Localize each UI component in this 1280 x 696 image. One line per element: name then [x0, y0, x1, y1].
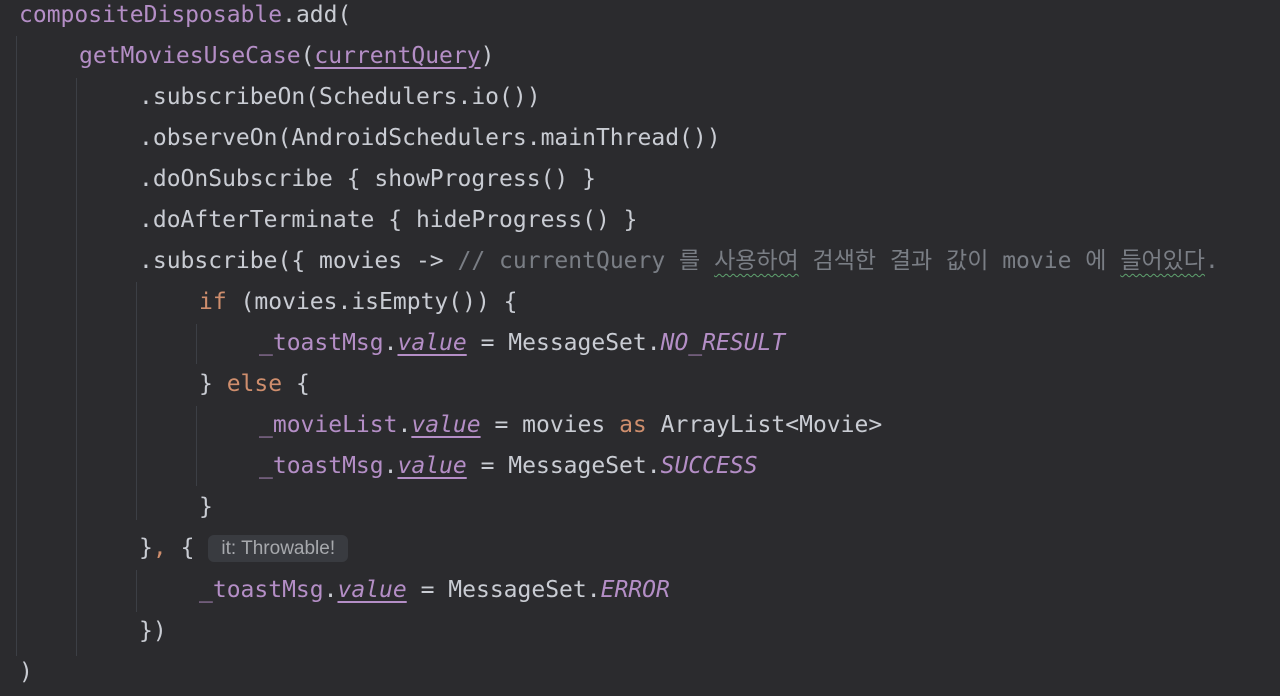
code-token: NO_RESULT	[660, 330, 786, 356]
code-token: _movieList	[259, 412, 398, 438]
code-token: currentQuery	[314, 43, 481, 69]
code-token: .	[383, 330, 398, 356]
code-token: })	[139, 618, 167, 644]
code-token: .doOnSubscribe { showProgress() }	[139, 166, 596, 192]
code-comment: 사용하여	[714, 248, 799, 274]
code-line-12[interactable]: _toastMsg.value = MessageSet.SUCCESS	[0, 446, 758, 487]
code-token: {	[166, 535, 195, 561]
code-token: = MessageSet.	[466, 453, 661, 479]
code-line-11[interactable]: _movieList.value = movies as ArrayList<M…	[0, 405, 882, 446]
code-token: .add(	[282, 2, 352, 28]
code-token: _toastMsg	[199, 577, 324, 603]
code-token: }	[199, 371, 227, 397]
code-keyword: as	[619, 412, 647, 438]
code-token: ArrayList<Movie>	[646, 412, 883, 438]
code-comment: 들어있다	[1120, 248, 1205, 274]
code-token: _toastMsg	[259, 330, 384, 356]
code-token: ,	[152, 535, 167, 561]
code-comment: 검색한 결과 값이 movie 에	[798, 248, 1121, 274]
code-token: )	[480, 43, 495, 69]
code-token: (	[300, 43, 315, 69]
code-line-8[interactable]: if (movies.isEmpty()) {	[0, 282, 518, 323]
code-token: value	[337, 577, 407, 603]
code-token: = MessageSet.	[466, 330, 661, 356]
code-token: .	[383, 453, 398, 479]
parameter-type-hint: it: Throwable!	[208, 535, 349, 562]
code-line-14[interactable]: }, { it: Throwable!	[0, 528, 349, 569]
code-token: value	[397, 330, 467, 356]
code-token: .subscribeOn(Schedulers.io())	[139, 84, 541, 110]
code-token: compositeDisposable	[19, 2, 283, 28]
code-token: = MessageSet.	[406, 577, 601, 603]
code-token: .doAfterTerminate { hideProgress() }	[139, 207, 638, 233]
code-editor[interactable]: compositeDisposable.add( getMoviesUseCas…	[0, 0, 1280, 696]
code-comment: .	[1204, 248, 1219, 274]
code-token: value	[397, 453, 467, 479]
code-token: }	[199, 494, 213, 520]
code-token: SUCCESS	[660, 453, 758, 479]
code-token: (movies.isEmpty()) {	[226, 289, 518, 315]
code-line-1[interactable]: compositeDisposable.add(	[0, 0, 351, 36]
code-line-3[interactable]: .subscribeOn(Schedulers.io())	[0, 77, 541, 118]
code-keyword: else	[226, 371, 283, 397]
code-line-7[interactable]: .subscribe({ movies -> // currentQuery 를…	[0, 241, 1219, 282]
code-keyword: if	[199, 289, 227, 315]
code-token: .	[323, 577, 338, 603]
code-token: )	[19, 659, 33, 685]
code-token: = movies	[480, 412, 620, 438]
code-token: .observeOn(AndroidSchedulers.mainThread(…	[139, 125, 721, 151]
code-token: _toastMsg	[259, 453, 384, 479]
code-token: getMoviesUseCase	[79, 43, 301, 69]
code-line-9[interactable]: _toastMsg.value = MessageSet.NO_RESULT	[0, 323, 785, 364]
code-line-2[interactable]: getMoviesUseCase(currentQuery)	[0, 36, 494, 77]
code-token: ERROR	[600, 577, 670, 603]
code-line-15[interactable]: _toastMsg.value = MessageSet.ERROR	[0, 570, 670, 611]
code-token: .	[397, 412, 412, 438]
code-line-16[interactable]: })	[0, 611, 167, 652]
code-token: value	[411, 412, 481, 438]
code-comment: // currentQuery 를	[457, 248, 715, 274]
code-token: .subscribe({ movies ->	[139, 248, 458, 274]
code-line-4[interactable]: .observeOn(AndroidSchedulers.mainThread(…	[0, 118, 721, 159]
code-line-13[interactable]: }	[0, 487, 213, 528]
code-line-10[interactable]: } else {	[0, 364, 310, 405]
code-token: }	[139, 535, 153, 561]
code-line-17[interactable]: )	[0, 652, 33, 693]
code-token: {	[282, 371, 310, 397]
code-line-6[interactable]: .doAfterTerminate { hideProgress() }	[0, 200, 638, 241]
code-line-5[interactable]: .doOnSubscribe { showProgress() }	[0, 159, 596, 200]
